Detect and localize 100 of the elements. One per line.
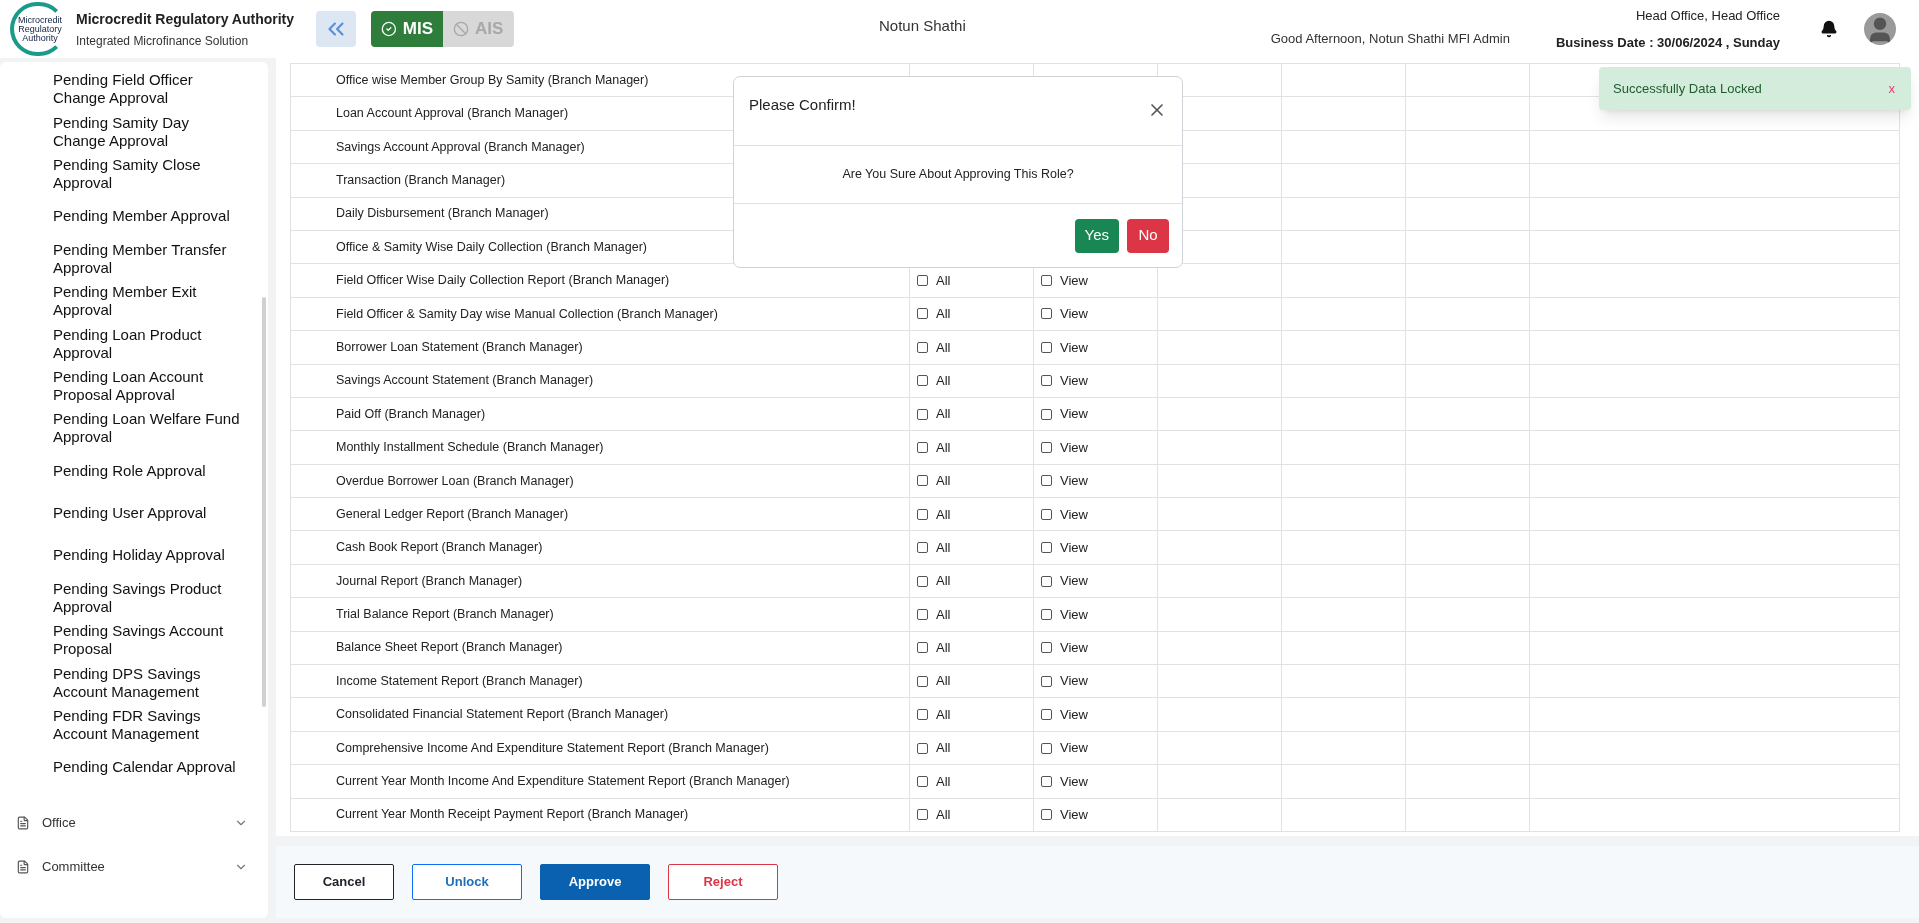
organization-name: Notun Shathi [879,15,966,36]
app-subtitle: Integrated Microfinance Solution [76,32,250,50]
checkbox-label: All [936,472,951,491]
scrollbar[interactable] [262,297,266,707]
checkbox-label: View [1060,572,1088,591]
checkbox[interactable] [1041,642,1052,654]
checkbox[interactable] [1041,775,1052,787]
table-cell-text: Trial Balance Report (Branch Manager) [336,606,554,624]
checkbox[interactable] [1041,575,1052,587]
sidebar-item[interactable]: Pending Samity Close Approval [53,155,242,192]
action-button[interactable]: Cancel [294,864,394,900]
checkbox[interactable] [1041,308,1052,320]
sidebar-item[interactable]: Pending Field Officer Change Approval [53,71,242,108]
app-title: Microcredit Regulatory Authority [76,9,295,29]
checkbox[interactable] [917,475,928,487]
checkbox-label: View [1060,438,1088,457]
table-cell-text: Field Officer Wise Daily Collection Report (Branch Manager) [336,272,670,290]
checkbox[interactable] [917,275,928,287]
table-cell-text: Field Officer & Samity Day wise Manual Collection (Branch Manager) [336,305,718,323]
checkbox[interactable] [917,375,928,387]
checkbox[interactable] [917,508,928,520]
checkbox[interactable] [917,642,928,654]
checkbox[interactable] [917,341,928,353]
checkbox[interactable] [917,442,928,453]
sidebar-item[interactable]: Pending Samity Day Change Approval [53,113,242,150]
checkbox[interactable] [917,775,928,787]
table-cell-text: Monthly Installment Schedule (Branch Manager) [336,439,604,457]
checkbox[interactable] [917,709,928,721]
sidebar-item[interactable]: Pending Holiday Approval [53,546,225,565]
sidebar-item[interactable]: Pending Role Approval [53,461,206,480]
sidebar-item[interactable]: Pending Member Approval [53,207,230,226]
table-cell-text: General Ledger Report (Branch Manager) [336,505,569,523]
checkbox[interactable] [917,742,928,754]
checkbox[interactable] [917,408,928,420]
sidebar-item[interactable]: Pending FDR Savings Account Management [53,707,242,744]
blocked-icon [453,21,469,37]
table-cell-text: Overdue Borrower Loan (Branch Manager) [336,472,574,490]
dialog-message: Are You Sure About Approving This Role? [842,166,1074,184]
mode-toggle[interactable]: MIS [371,11,443,47]
sidebar-item[interactable]: Pending Loan Product Approval [53,325,242,362]
checkbox-label: View [1060,371,1088,390]
sidebar-group[interactable]: Committee [0,854,268,879]
table-cell-text: Cash Book Report (Branch Manager) [336,539,543,557]
sidebar-item[interactable]: Pending DPS Savings Account Management [53,664,242,701]
checkbox[interactable] [917,308,928,320]
collapse-button[interactable] [316,11,356,47]
checkbox[interactable] [917,575,928,587]
checkbox[interactable] [1041,375,1052,387]
table-cell-text: Office & Samity Wise Daily Collection (Branch Manager) [336,238,647,256]
checkbox[interactable] [1041,709,1052,721]
checkbox-label: All [936,271,951,290]
checkbox-label: View [1060,639,1088,658]
checkbox[interactable] [1041,542,1052,554]
checkbox-label: All [936,371,951,390]
checkbox[interactable] [1041,341,1052,353]
sidebar-item[interactable]: Pending Loan Account Proposal Approval [53,367,242,404]
table-cell-text: Office wise Member Group By Samity (Branch Manager) [336,71,649,89]
checkbox-label: View [1060,338,1088,357]
dialog-button[interactable]: Yes [1074,218,1119,253]
checkbox[interactable] [1041,742,1052,754]
logo-caption: Microcredit Regulatory Authority [17,15,62,43]
sidebar-item[interactable]: Pending Savings Account Proposal [53,622,242,659]
checkbox-label: All [936,305,951,324]
checkbox[interactable] [1041,809,1052,821]
table-cell-text: Current Year Month Receipt Payment Report (Branch Manager) [336,806,689,824]
sidebar-item[interactable]: Pending User Approval [53,504,207,523]
checkbox[interactable] [917,542,928,554]
action-button[interactable]: Reject [668,864,778,900]
notification-bell-icon[interactable] [1819,20,1838,38]
table-cell-text: Current Year Month Income And Expenditure Statement Report (Branch Manager) [336,773,790,790]
checkbox-label: All [936,672,951,691]
checkbox[interactable] [917,809,928,821]
action-button[interactable]: Unlock [412,864,522,900]
checkbox[interactable] [1041,608,1052,620]
table-cell-text: Paid Off (Branch Manager) [336,405,486,423]
checkbox-label: All [936,772,951,791]
checkbox[interactable] [1041,408,1052,420]
avatar[interactable] [1863,13,1896,45]
sidebar-item[interactable]: Pending Member Exit Approval [53,283,242,320]
checkbox[interactable] [1041,442,1052,453]
checkbox[interactable] [1041,475,1052,487]
dialog-button[interactable]: No [1127,218,1169,253]
checkbox[interactable] [1041,275,1052,287]
sidebar-item[interactable]: Pending Member Transfer Approval [53,240,242,277]
checkbox[interactable] [1041,675,1052,687]
sidebar-item[interactable]: Pending Savings Product Approval [53,579,242,616]
checkbox-label: All [936,572,951,591]
action-button[interactable]: Approve [540,864,650,900]
table-cell-text: Consolidated Financial Statement Report (Branch Manager) [336,706,669,724]
sidebar-item[interactable]: Pending Loan Welfare Fund Approval [53,410,242,447]
checkbox[interactable] [917,675,928,687]
sidebar-item[interactable]: Pending Calendar Approval [53,758,236,777]
table-cell-text: Borrower Loan Statement (Branch Manager) [336,338,583,356]
table-cell-text: Income Statement Report (Branch Manager) [336,672,583,690]
checkbox[interactable] [1041,508,1052,520]
checkbox-label: View [1060,538,1088,557]
checkbox[interactable] [917,608,928,620]
table-cell-text: Journal Report (Branch Manager) [336,572,523,590]
sidebar-group[interactable]: Office [0,810,268,835]
checkbox-label: View [1060,405,1088,424]
